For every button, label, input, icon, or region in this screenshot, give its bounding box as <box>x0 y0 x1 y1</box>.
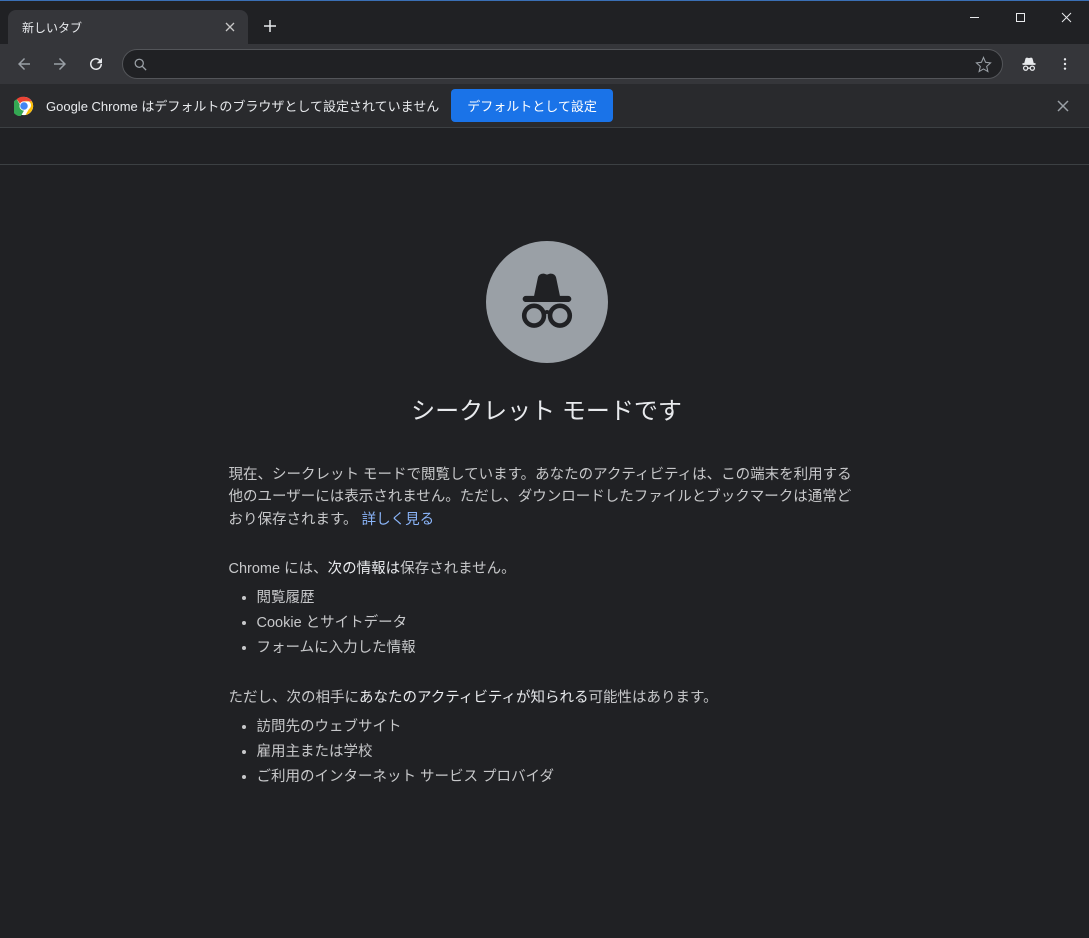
list-item: 雇用主または学校 <box>257 740 865 765</box>
minimize-button[interactable] <box>951 1 997 33</box>
list-item: Cookie とサイトデータ <box>257 611 865 636</box>
learn-more-link[interactable]: 詳しく見る <box>362 512 435 528</box>
default-browser-infobar: Google Chrome はデフォルトのブラウザとして設定されていません デフ… <box>0 84 1089 128</box>
list-item: ご利用のインターネット サービス プロバイダ <box>257 765 865 790</box>
maximize-button[interactable] <box>997 1 1043 33</box>
back-button[interactable] <box>8 48 40 80</box>
toolbar <box>0 44 1089 84</box>
infobar-close-icon[interactable] <box>1051 94 1075 118</box>
incognito-hero-icon <box>486 241 608 363</box>
not-saved-heading: Chrome には、次の情報は保存されません。 <box>229 557 865 578</box>
list-item: フォームに入力した情報 <box>257 636 865 661</box>
not-saved-list: 閲覧履歴 Cookie とサイトデータ フォームに入力した情報 <box>229 586 865 660</box>
window-controls <box>951 1 1089 33</box>
title-bar: 新しいタブ <box>0 0 1089 44</box>
incognito-ntp: シークレット モードです 現在、シークレット モードで閲覧しています。あなたのア… <box>225 165 865 789</box>
chrome-logo-icon <box>14 96 34 116</box>
tab-title: 新しいタブ <box>22 19 220 36</box>
list-item: 閲覧履歴 <box>257 586 865 611</box>
description-text: 現在、シークレット モードで閲覧しています。あなたのアクティビティは、この端末を… <box>229 467 852 528</box>
reload-button[interactable] <box>80 48 112 80</box>
close-window-button[interactable] <box>1043 1 1089 33</box>
browser-tab[interactable]: 新しいタブ <box>8 10 248 44</box>
infobar-message: Google Chrome はデフォルトのブラウザとして設定されていません <box>46 96 439 115</box>
omnibox-input[interactable] <box>156 56 975 72</box>
set-default-button[interactable]: デフォルトとして設定 <box>451 89 613 122</box>
close-tab-icon[interactable] <box>220 17 240 37</box>
new-tab-button[interactable] <box>256 12 284 40</box>
incognito-indicator-icon[interactable] <box>1013 48 1045 80</box>
search-icon <box>133 57 148 72</box>
bookmark-star-icon[interactable] <box>975 56 992 73</box>
address-bar[interactable] <box>122 49 1003 79</box>
incognito-heading: シークレット モードです <box>229 391 865 426</box>
visible-to-heading: ただし、次の相手にあなたのアクティビティが知られる可能性はあります。 <box>229 686 865 707</box>
content-area: シークレット モードです 現在、シークレット モードで閲覧しています。あなたのア… <box>0 128 1089 938</box>
visible-to-list: 訪問先のウェブサイト 雇用主または学校 ご利用のインターネット サービス プロバ… <box>229 715 865 789</box>
forward-button[interactable] <box>44 48 76 80</box>
menu-button[interactable] <box>1049 48 1081 80</box>
incognito-description: 現在、シークレット モードで閲覧しています。あなたのアクティビティは、この端末を… <box>229 464 865 531</box>
list-item: 訪問先のウェブサイト <box>257 715 865 740</box>
